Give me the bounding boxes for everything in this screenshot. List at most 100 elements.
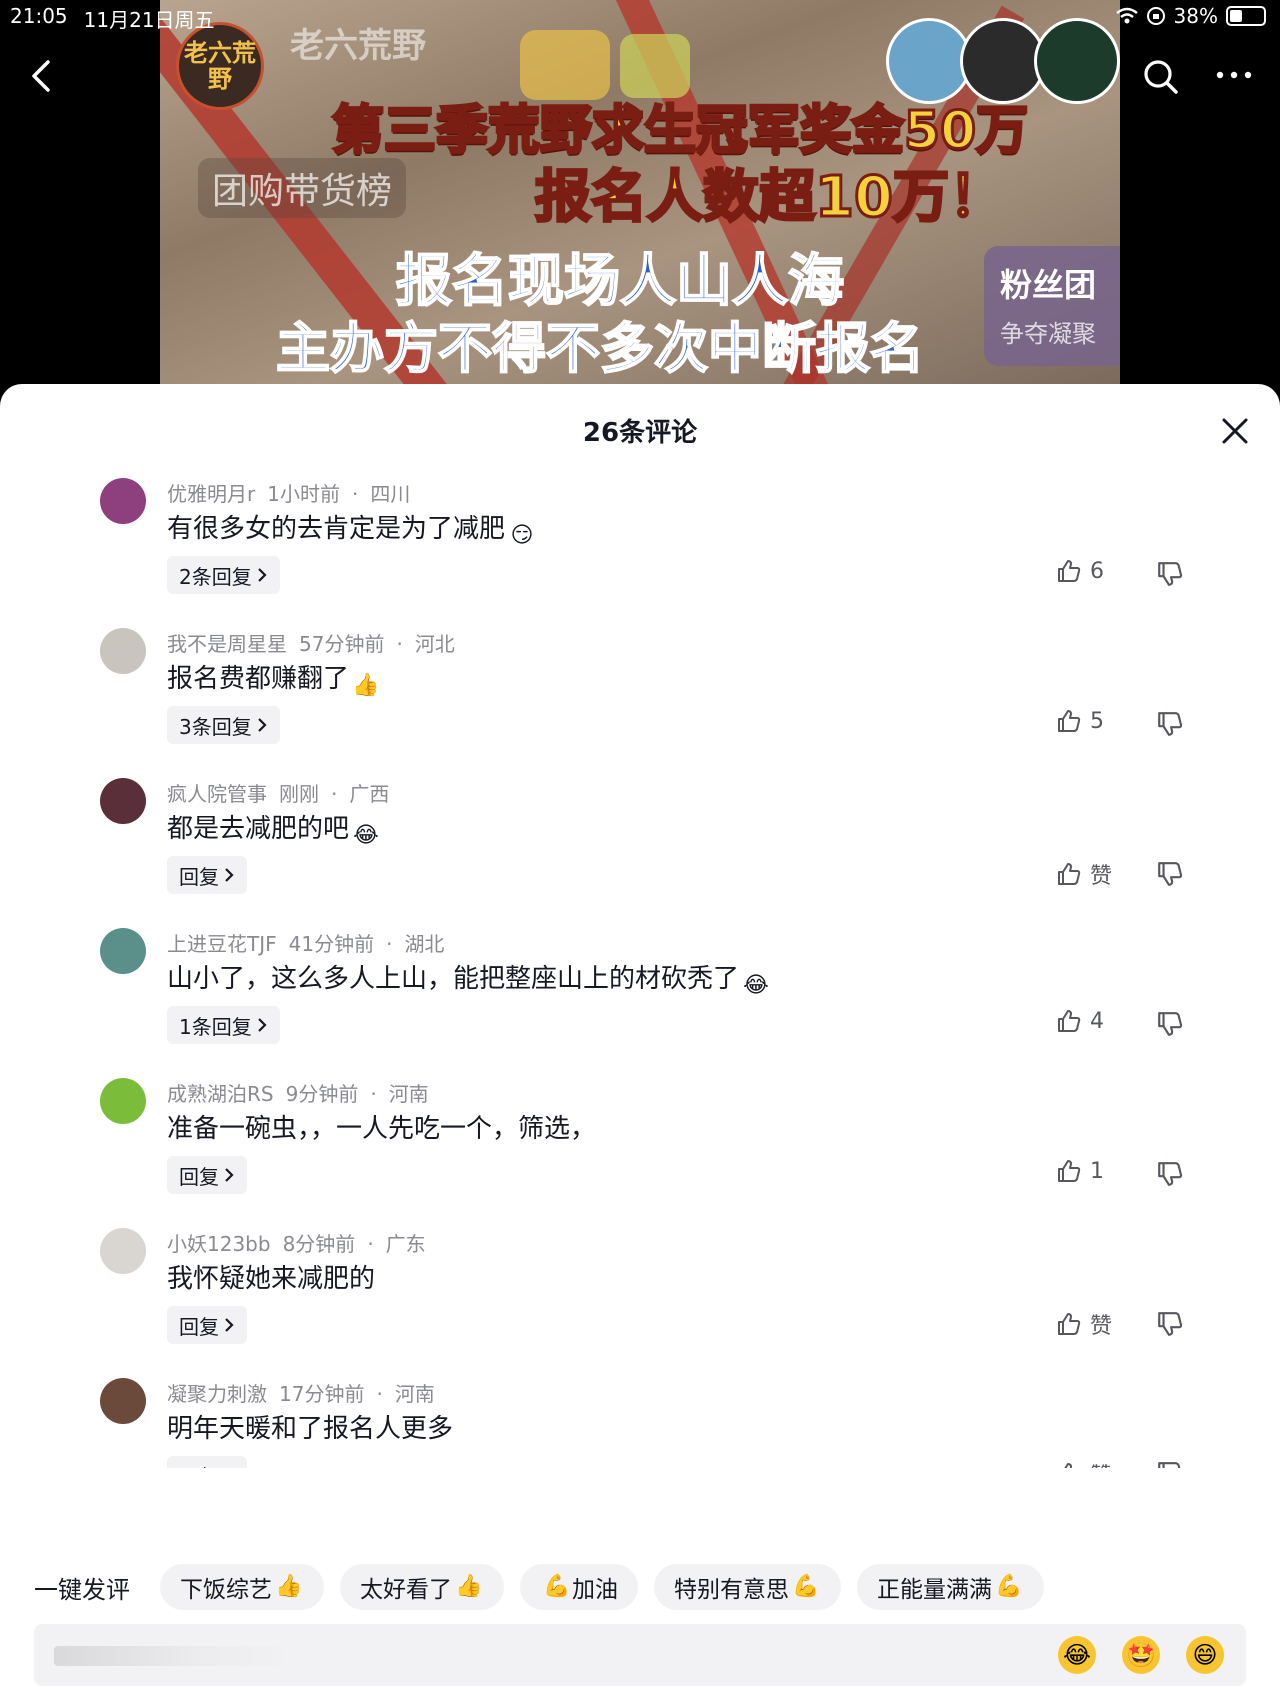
like-button[interactable]: 赞 (1056, 1308, 1112, 1340)
comment-item[interactable]: 凝聚力刺激 17分钟前 · 河南明年天暖和了报名人更多回复 赞 (0, 1368, 1280, 1468)
comment-text[interactable]: 准备一碗虫，，一人先吃一个，筛选， (167, 1108, 596, 1145)
comment-item[interactable]: 小妖123bb 8分钟前 · 广东 我怀疑她来减肥的 回复 赞 (0, 1218, 1280, 1368)
orientation-lock-icon (1146, 7, 1165, 25)
chevron-right-icon (225, 1318, 234, 1332)
thumbs-down-icon[interactable] (1156, 1310, 1184, 1338)
like-button[interactable]: 1 (1056, 1158, 1104, 1184)
grin-emoji-icon[interactable]: 😄 (1186, 1636, 1224, 1674)
thumbs-up-icon (1058, 710, 1081, 732)
thumbs-down-icon[interactable] (1156, 1160, 1184, 1188)
chevron-right-icon (223, 1467, 235, 1468)
status-date: 11月21日周五 (83, 8, 215, 32)
search-icon[interactable] (1140, 56, 1180, 96)
like-count: 4 (1090, 1008, 1104, 1034)
comment-item[interactable]: 成熟湖泊RS 9分钟前 · 河南 准备一碗虫，，一人先吃一个，筛选， 回复 1 (0, 1068, 1280, 1218)
status-time: 21:05 (10, 4, 68, 28)
laugh-cry-emoji-icon[interactable]: 😂 (1058, 1636, 1096, 1674)
avatar[interactable] (100, 928, 146, 974)
flexed-biceps-icon: 💪 (543, 1574, 571, 1599)
laugh-cry-icon: 😂 (353, 823, 379, 848)
comment-text[interactable]: 都是去减肥的吧 😂 (167, 808, 381, 851)
chevron-right-icon (257, 1018, 267, 1032)
comment-text[interactable]: 明年天暖和了报名人更多 (167, 1408, 453, 1445)
comment-username[interactable]: 小妖123bb (167, 1232, 271, 1256)
avatar[interactable] (100, 478, 146, 524)
comment-meta: 疯人院管事 刚刚 · 广西 (167, 778, 389, 807)
caption-line-4: 主办方不得不多次中断报名 (275, 316, 925, 381)
thumbs-down-icon[interactable] (1156, 710, 1184, 738)
comment-dot: · (331, 782, 338, 806)
quick-chip-youyisi[interactable]: 特别有意思 💪 (654, 1564, 841, 1610)
reply-button[interactable]: 回复 (167, 1306, 247, 1344)
comment-input-bar[interactable]: 😂 🤩 😄 (34, 1624, 1246, 1686)
laugh-cry-icon: 😂 (743, 973, 769, 998)
comment-dot: · (396, 632, 403, 656)
thumbs-down-icon[interactable] (1156, 860, 1184, 888)
fan-badge-title: 粉丝团 (1000, 266, 1097, 304)
video-player[interactable]: 老六荒野 老六荒野 第三季荒野求生冠军奖金50万 团购带货榜 报名人数超10万！… (0, 0, 1280, 384)
like-button[interactable]: 4 (1056, 1008, 1104, 1034)
back-icon[interactable] (22, 56, 62, 96)
avatar[interactable] (100, 628, 146, 674)
comments-sheet: 26条评论 优雅明月r 1小时前 · 四川 有很多女的去肯定是为了减肥 😏 2条回复 6 我不是… (0, 384, 1280, 1706)
quick-chip-taihaokan[interactable]: 太好看了 👍 (340, 1564, 504, 1610)
comment-time: 1小时前 (267, 482, 340, 506)
comment-list[interactable]: 优雅明月r 1小时前 · 四川 有很多女的去肯定是为了减肥 😏 2条回复 6 我不是周星星 57分… (0, 468, 1280, 1468)
chevron-right-icon (257, 718, 267, 732)
thumbs-up-icon (1058, 1313, 1081, 1335)
comment-username[interactable]: 上进豆花TJF (167, 932, 277, 956)
reply-button[interactable]: 2条回复 (167, 556, 280, 594)
fan-badge-sub: 争夺凝聚 (1000, 320, 1096, 348)
close-icon[interactable] (1220, 416, 1250, 446)
comment-text[interactable]: 山小了，这么多人上山，能把整座山上的材砍秃了 😂 (167, 958, 771, 1001)
like-button[interactable]: 赞 (1056, 1458, 1112, 1468)
comment-time: 17分钟前 (279, 1382, 365, 1406)
like-button[interactable]: 赞 (1056, 858, 1112, 890)
reply-button[interactable]: 1条回复 (167, 1006, 280, 1044)
thumbs-down-icon[interactable] (1156, 1010, 1184, 1038)
chevron-right-icon (225, 1168, 234, 1182)
more-icon[interactable] (1212, 60, 1256, 90)
quick-chip-xiafan[interactable]: 下饭综艺 👍 (160, 1564, 324, 1610)
comment-username[interactable]: 我不是周星星 (167, 632, 287, 656)
comment-text[interactable]: 我怀疑她来减肥的 (167, 1258, 375, 1295)
avatar[interactable] (100, 1378, 146, 1424)
comment-item[interactable]: 优雅明月r 1小时前 · 四川 有很多女的去肯定是为了减肥 😏 2条回复 6 (0, 468, 1280, 618)
reply-button[interactable]: 回复 (167, 856, 247, 894)
smirk-icon: 😏 (510, 523, 534, 548)
comment-input[interactable] (52, 1638, 652, 1672)
comment-username[interactable]: 成熟湖泊RS (167, 1082, 274, 1106)
quick-comment-label: 一键发评 (34, 1575, 130, 1604)
comment-text[interactable]: 报名费都赚翻了 👍 (167, 658, 381, 701)
avatar[interactable] (100, 1078, 146, 1124)
status-bar: 21:05 11月21日周五 38% (0, 0, 1280, 34)
avatar[interactable] (100, 1228, 146, 1274)
video-frame[interactable]: 老六荒野 老六荒野 第三季荒野求生冠军奖金50万 团购带货榜 报名人数超10万！… (160, 0, 1120, 384)
quick-chip-zhengnengliang[interactable]: 正能量满满 💪 (857, 1564, 1044, 1610)
comment-dot: · (386, 932, 393, 956)
reply-button[interactable]: 回复 (167, 1156, 247, 1194)
quick-chip-jiayou[interactable]: 💪 加油 (520, 1564, 638, 1610)
comment-username[interactable]: 优雅明月r (167, 482, 255, 506)
comment-meta: 成熟湖泊RS 9分钟前 · 河南 (167, 1078, 429, 1107)
like-button[interactable]: 6 (1056, 558, 1104, 584)
thumbs-down-icon[interactable] (1156, 1460, 1184, 1468)
thumbs-down-icon[interactable] (1156, 560, 1184, 588)
comment-meta: 上进豆花TJF 41分钟前 · 湖北 (167, 928, 444, 957)
reply-button[interactable]: 3条回复 (167, 706, 280, 744)
comment-dot: · (351, 482, 359, 506)
reply-button[interactable]: 回复 (167, 1456, 247, 1468)
star-eyes-emoji-icon[interactable]: 🤩 (1122, 1636, 1160, 1674)
comment-username[interactable]: 疯人院管事 (167, 782, 267, 806)
fan-club-badge[interactable]: 粉丝团 争夺凝聚 (984, 246, 1120, 366)
caption-line-2: 报名人数超10万！ (534, 164, 1007, 232)
comment-item[interactable]: 上进豆花TJF 41分钟前 · 湖北 山小了，这么多人上山，能把整座山上的材砍秃了 😂 1条… (0, 918, 1280, 1068)
comment-dot: · (370, 1082, 377, 1106)
comment-item[interactable]: 我不是周星星 57分钟前 · 河北 报名费都赚翻了 👍 3条回复 5 (0, 618, 1280, 768)
comment-text[interactable]: 有很多女的去肯定是为了减肥 😏 (167, 508, 537, 551)
comment-item[interactable]: 疯人院管事 刚刚 · 广西 都是去减肥的吧 😂 回复 赞 (0, 768, 1280, 918)
comment-username[interactable]: 凝聚力刺激 (167, 1382, 267, 1406)
like-button[interactable]: 5 (1056, 708, 1104, 734)
thumbs-up-icon: 👍 (275, 1574, 303, 1599)
avatar[interactable] (100, 778, 146, 824)
